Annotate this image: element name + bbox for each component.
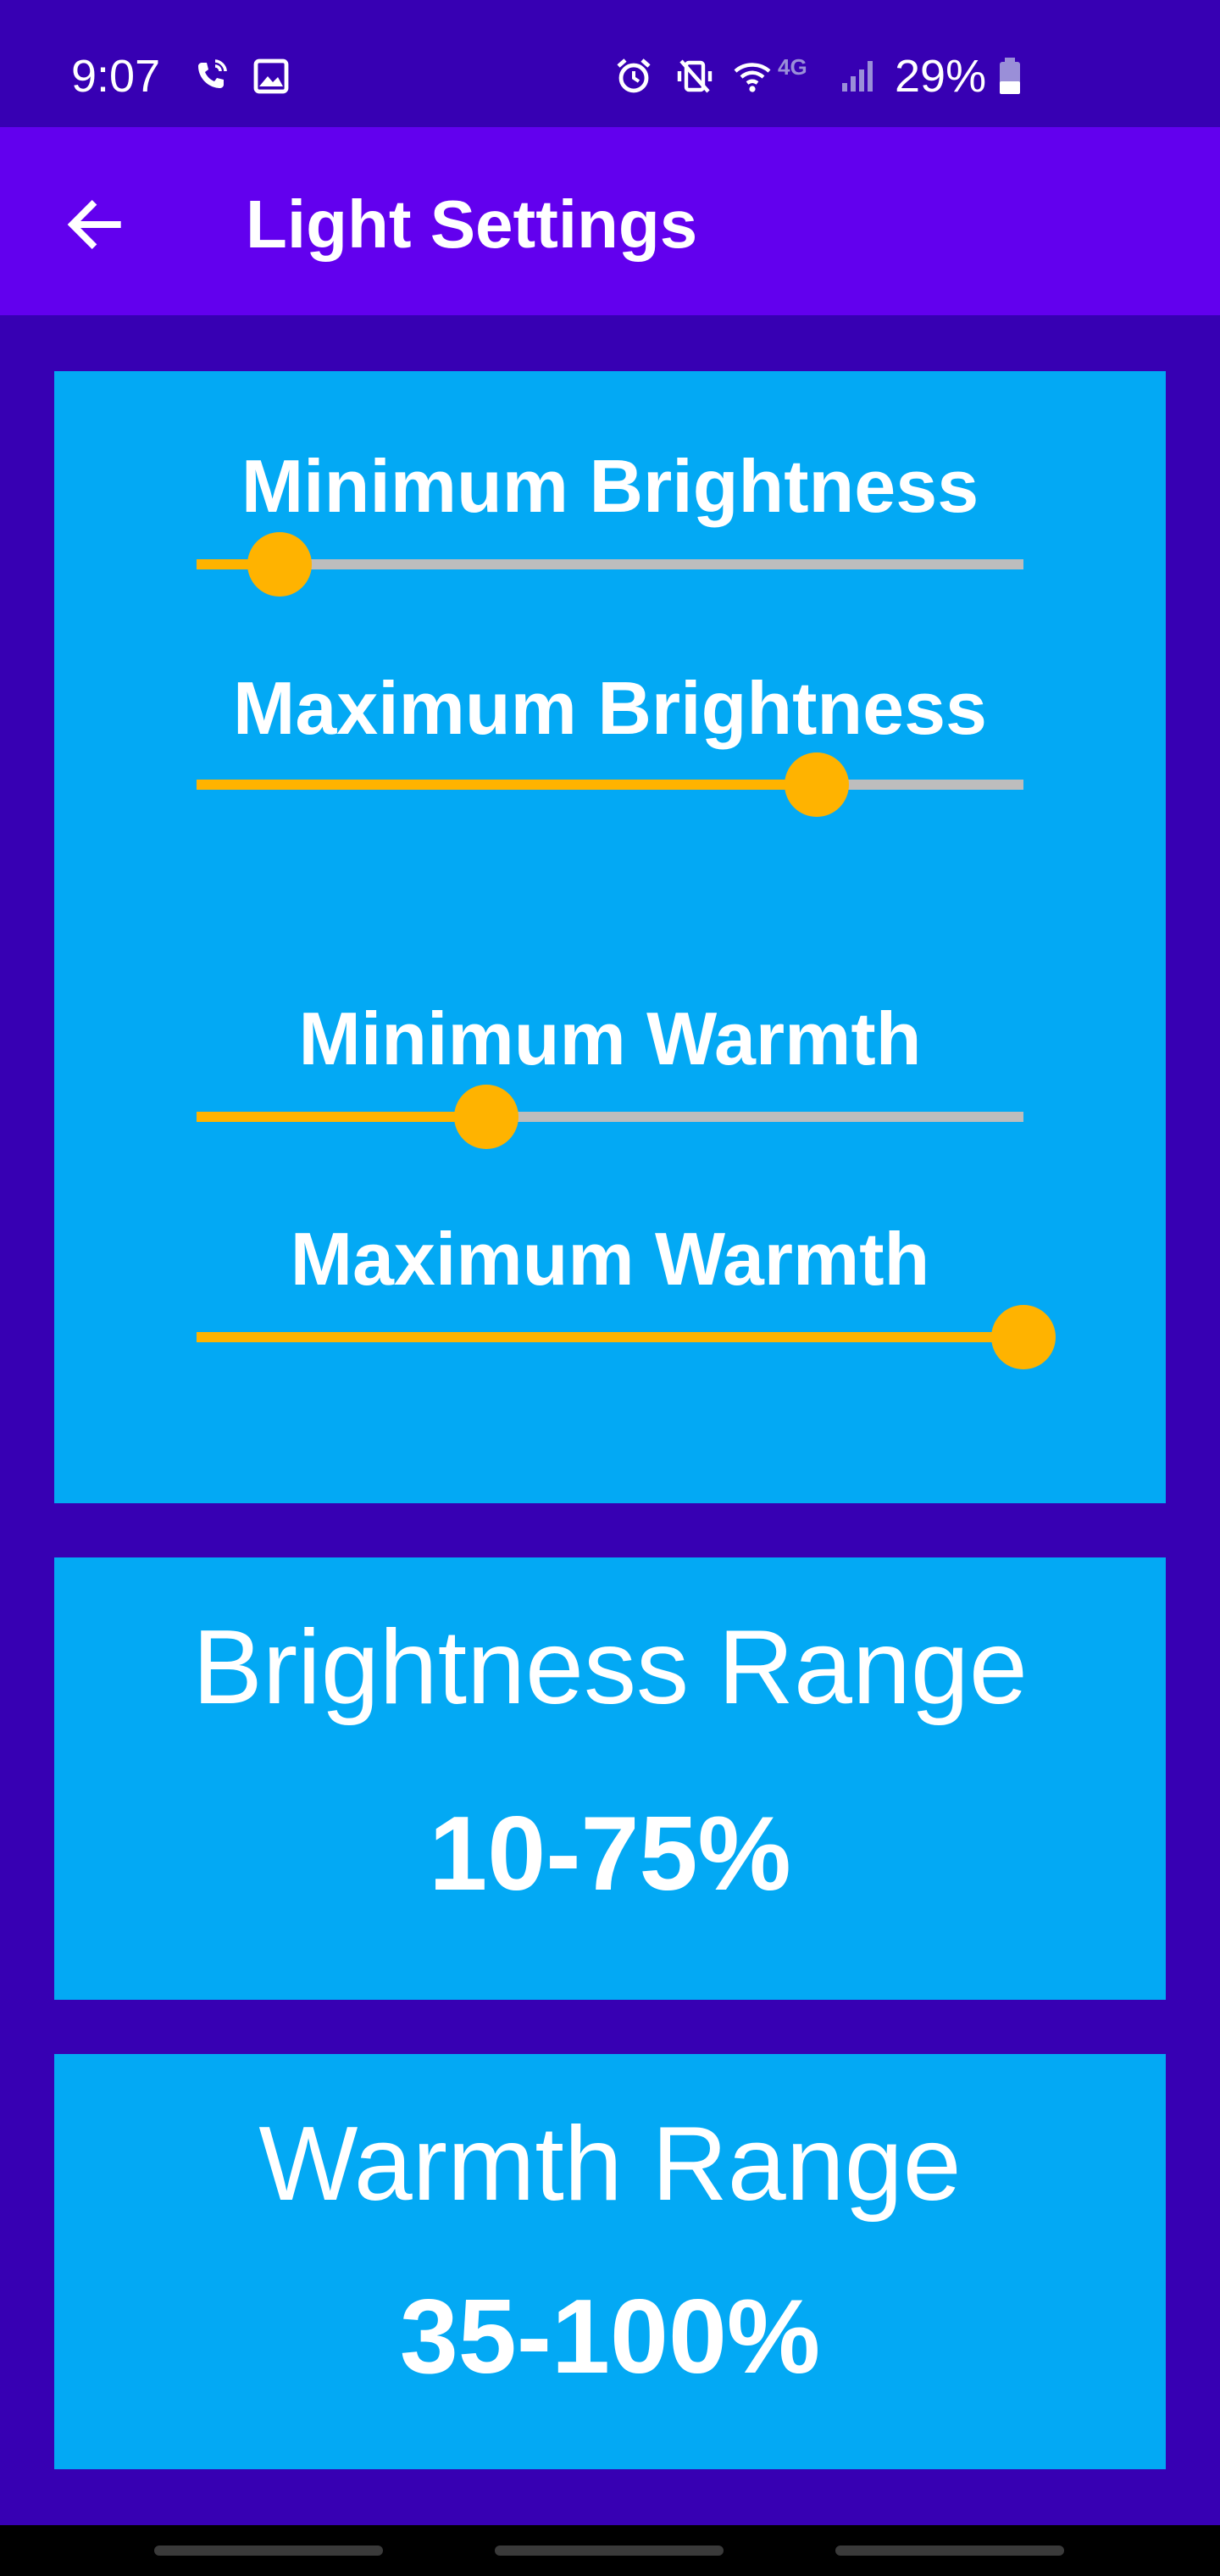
brightness-range-value: 10-75%: [429, 1796, 791, 1913]
slider-fill: [197, 1112, 486, 1122]
brightness-range-title: Brightness Range: [192, 1609, 1028, 1726]
min-brightness-slider[interactable]: [197, 532, 1023, 597]
status-time: 9:07: [71, 51, 161, 102]
status-bar: 9:07 4G 29%: [0, 0, 1220, 127]
arrow-left-icon[interactable]: [61, 191, 129, 258]
max-warmth-slider[interactable]: [197, 1305, 1056, 1369]
max-brightness-label: Maximum Brightness: [233, 666, 987, 750]
wifi-icon: [734, 63, 771, 92]
network-type-label: 4G: [778, 54, 807, 80]
slider-thumb[interactable]: [991, 1305, 1056, 1369]
battery-percent: 29%: [895, 51, 987, 102]
image-icon: [253, 58, 289, 94]
slider-thumb[interactable]: [785, 752, 849, 817]
warmth-range-card: Warmth Range 35-100%: [54, 2054, 1166, 2469]
page-title: Light Settings: [246, 186, 698, 262]
system-navigation-bar: [0, 2525, 1220, 2576]
max-brightness-slider[interactable]: [197, 752, 1023, 817]
wifi-calling-icon: [198, 59, 227, 88]
sliders-card: Minimum Brightness Maximum Brightness Mi…: [54, 371, 1166, 1503]
min-brightness-label: Minimum Brightness: [241, 444, 979, 528]
signal-icon: [842, 61, 873, 92]
vibrate-icon: [677, 59, 713, 93]
battery-icon: [1000, 58, 1020, 94]
warmth-range-title: Warmth Range: [258, 2106, 962, 2223]
slider-thumb[interactable]: [247, 532, 312, 597]
min-warmth-slider[interactable]: [197, 1085, 1023, 1149]
slider-fill: [197, 1332, 1023, 1342]
brightness-range-card: Brightness Range 10-75%: [54, 1557, 1166, 2000]
slider-track: [197, 559, 1023, 569]
nav-recents-button[interactable]: [154, 2545, 383, 2556]
nav-home-button[interactable]: [495, 2545, 724, 2556]
app-bar: Light Settings: [0, 127, 1220, 315]
nav-back-button[interactable]: [835, 2545, 1064, 2556]
slider-fill: [197, 780, 817, 790]
max-warmth-label: Maximum Warmth: [290, 1217, 930, 1301]
warmth-range-value: 35-100%: [399, 2279, 821, 2396]
slider-thumb[interactable]: [454, 1085, 518, 1149]
alarm-icon: [617, 58, 651, 93]
min-warmth-label: Minimum Warmth: [298, 997, 922, 1080]
